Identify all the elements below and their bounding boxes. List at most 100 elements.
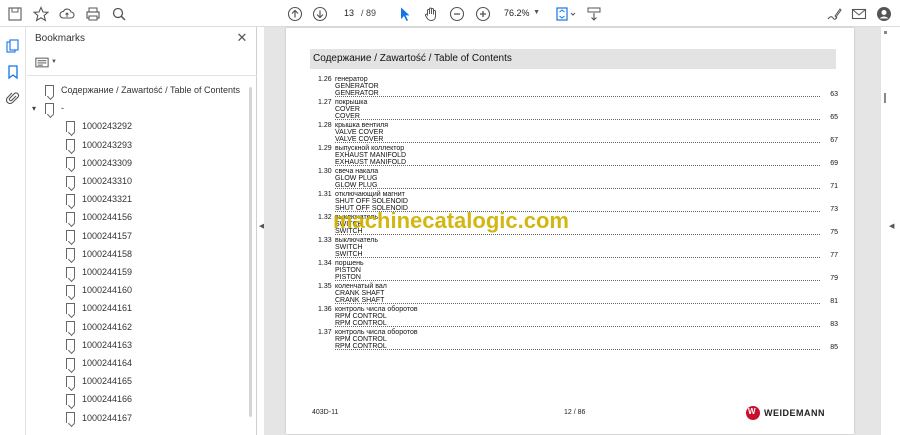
- zoom-in-icon[interactable]: [472, 3, 493, 24]
- toc-title-line: VALVE COVER: [335, 129, 384, 136]
- bookmark-item[interactable]: 1000244161: [53, 299, 132, 317]
- fill-sign-icon[interactable]: [823, 3, 844, 24]
- toc-leader-dots: [335, 326, 820, 327]
- toc-title-line: COVER: [335, 106, 360, 113]
- email-icon[interactable]: [848, 3, 869, 24]
- bookmark-item[interactable]: 1000244157: [53, 227, 132, 245]
- bookmark-label: 1000244161: [82, 303, 133, 314]
- toc-entry[interactable]: 1.29 выпускной коллектор EXHAUST MANIFOLD E…: [318, 145, 838, 168]
- bookmark-item[interactable]: 1000244156: [53, 208, 132, 226]
- bookmark-item[interactable]: 1000243321: [53, 190, 132, 208]
- toc-leader-dots: [335, 280, 820, 281]
- previous-page-icon[interactable]: [284, 3, 305, 24]
- bookmarks-panel: Bookmarks ✕ ▼ Содержание / Zawartość / T…: [27, 27, 257, 435]
- toc-title-line: крышка вентиля: [335, 122, 389, 129]
- bookmark-icon: [66, 266, 75, 278]
- bookmark-item[interactable]: 1000244162: [53, 318, 132, 336]
- bookmark-icon: [66, 412, 75, 424]
- bookmark-star-icon[interactable]: [30, 3, 51, 24]
- document-page: Содержание / Zawartość / Table of Conten…: [286, 28, 854, 434]
- bookmark-label: 1000244156: [82, 212, 133, 223]
- divider: [27, 75, 257, 76]
- bookmark-item[interactable]: 1000244158: [53, 245, 132, 263]
- vertical-scrollbar[interactable]: [880, 27, 900, 435]
- bookmark-label: 1000244165: [82, 376, 133, 387]
- scrollbar-thumb[interactable]: [884, 93, 886, 103]
- hand-tool-icon[interactable]: [420, 3, 441, 24]
- bookmark-item[interactable]: Содержание / Zawartość / Table of Conten…: [32, 81, 240, 99]
- bookmark-item[interactable]: 1000243310: [53, 172, 132, 190]
- toc-entry[interactable]: 1.30 свеча накала GLOW PLUG GLOW PLUG 71: [318, 168, 838, 191]
- toc-page-number: 73: [830, 206, 838, 213]
- bookmark-item[interactable]: 1000243292: [53, 117, 132, 135]
- bookmark-icon: [66, 139, 75, 151]
- toc-entry[interactable]: 1.27 покрышка COVER COVER 65: [318, 99, 838, 122]
- upload-cloud-icon[interactable]: [56, 3, 77, 24]
- toc-leader-dots: [335, 257, 820, 258]
- search-icon[interactable]: [108, 3, 129, 24]
- toc-number: 1.37: [318, 329, 332, 336]
- next-page-icon[interactable]: [309, 3, 330, 24]
- bookmark-item[interactable]: 1000243309: [53, 154, 132, 172]
- toc-entry[interactable]: 1.34 поршень PISTON PISTON 79: [318, 260, 838, 283]
- save-icon[interactable]: [4, 3, 25, 24]
- bookmark-item[interactable]: 1000244159: [53, 263, 132, 281]
- toc-leader-dots: [335, 303, 820, 304]
- bookmark-label: 1000243292: [82, 121, 133, 132]
- toc-entry[interactable]: 1.33 выключатель SWITCH SWITCH 77: [318, 237, 838, 260]
- watermark: machinecatalogic.com: [333, 208, 569, 233]
- close-icon[interactable]: ✕: [235, 31, 249, 45]
- bookmark-icon: [66, 211, 75, 223]
- bookmark-item[interactable]: 1000243293: [53, 136, 132, 154]
- bookmark-icon: [45, 84, 54, 96]
- toc-entry[interactable]: 1.35 коленчатый вал CRANK SHAFT CRANK SHAFT…: [318, 283, 838, 306]
- toc-entry[interactable]: 1.37 контроль числа оборотов RPM CONTROL RP…: [318, 329, 838, 352]
- attachments-icon[interactable]: [4, 89, 22, 107]
- bookmark-item[interactable]: 1000244164: [53, 354, 132, 372]
- fit-page-icon[interactable]: [552, 3, 580, 24]
- toc-entry[interactable]: 1.28 крышка вентиля VALVE COVER VALVE COVER…: [318, 122, 838, 145]
- toc-title-line: выпускной коллектор: [335, 145, 405, 152]
- page-number-input[interactable]: 13: [332, 4, 358, 22]
- page-thumbnails-icon[interactable]: [4, 37, 22, 55]
- document-view: Содержание / Zawartość / Table of Conten…: [264, 27, 880, 435]
- bookmark-label: 1000243293: [82, 139, 133, 150]
- bookmarks-panel-icon[interactable]: [4, 63, 22, 81]
- bookmark-label: 1000243310: [82, 176, 133, 186]
- page-header: Содержание / Zawartość / Table of Conten…: [310, 49, 836, 69]
- scroll-up-icon[interactable]: [884, 31, 887, 34]
- toc-title-line: CRANK SHAFT: [335, 290, 385, 297]
- print-icon[interactable]: [82, 3, 103, 24]
- bookmark-options-button[interactable]: ▼: [35, 55, 59, 69]
- footer-model-code: 403D-11: [312, 409, 339, 416]
- zoom-level-dropdown[interactable]: 76.2% ▼: [498, 4, 544, 22]
- bookmark-item[interactable]: 1000244166: [53, 390, 132, 408]
- panel-scrollbar[interactable]: [249, 87, 252, 417]
- bookmark-icon: [66, 193, 75, 205]
- account-icon[interactable]: [873, 3, 894, 24]
- scroll-mode-icon[interactable]: [583, 3, 604, 24]
- toc-entry[interactable]: 1.36 контроль числа оборотов RPM CONTROL RP…: [318, 306, 838, 329]
- toc-entry[interactable]: 1.26 генератор GENERATOR GENERATOR 63: [318, 76, 838, 99]
- bookmark-icon: [66, 120, 75, 132]
- bookmark-item[interactable]: 1000244167: [53, 409, 132, 427]
- bookmark-item[interactable]: 1000244165: [53, 372, 132, 390]
- toc-page-number: 65: [830, 114, 838, 121]
- bookmark-item[interactable]: 1000244160: [53, 281, 132, 299]
- toc-page-number: 75: [830, 229, 838, 236]
- chevron-down-icon[interactable]: ▾: [32, 104, 42, 113]
- brand-mark-icon: [746, 406, 760, 420]
- bookmark-item[interactable]: 1000244163: [53, 336, 132, 354]
- panel-title: Bookmarks: [35, 33, 86, 44]
- toc-page-number: 81: [830, 298, 838, 305]
- toc-title-line: RPM CONTROL: [335, 336, 387, 343]
- zoom-out-icon[interactable]: [446, 3, 467, 24]
- toc-page-number: 69: [830, 160, 838, 167]
- select-cursor-icon[interactable]: [394, 3, 415, 24]
- bookmark-icon: [66, 393, 75, 405]
- expand-panel-icon[interactable]: ◀: [889, 222, 894, 230]
- bookmark-item[interactable]: ▾ -: [32, 99, 64, 117]
- bookmark-icon: [66, 375, 75, 387]
- toc-leader-dots: [335, 165, 820, 166]
- toc-leader-dots: [335, 188, 820, 189]
